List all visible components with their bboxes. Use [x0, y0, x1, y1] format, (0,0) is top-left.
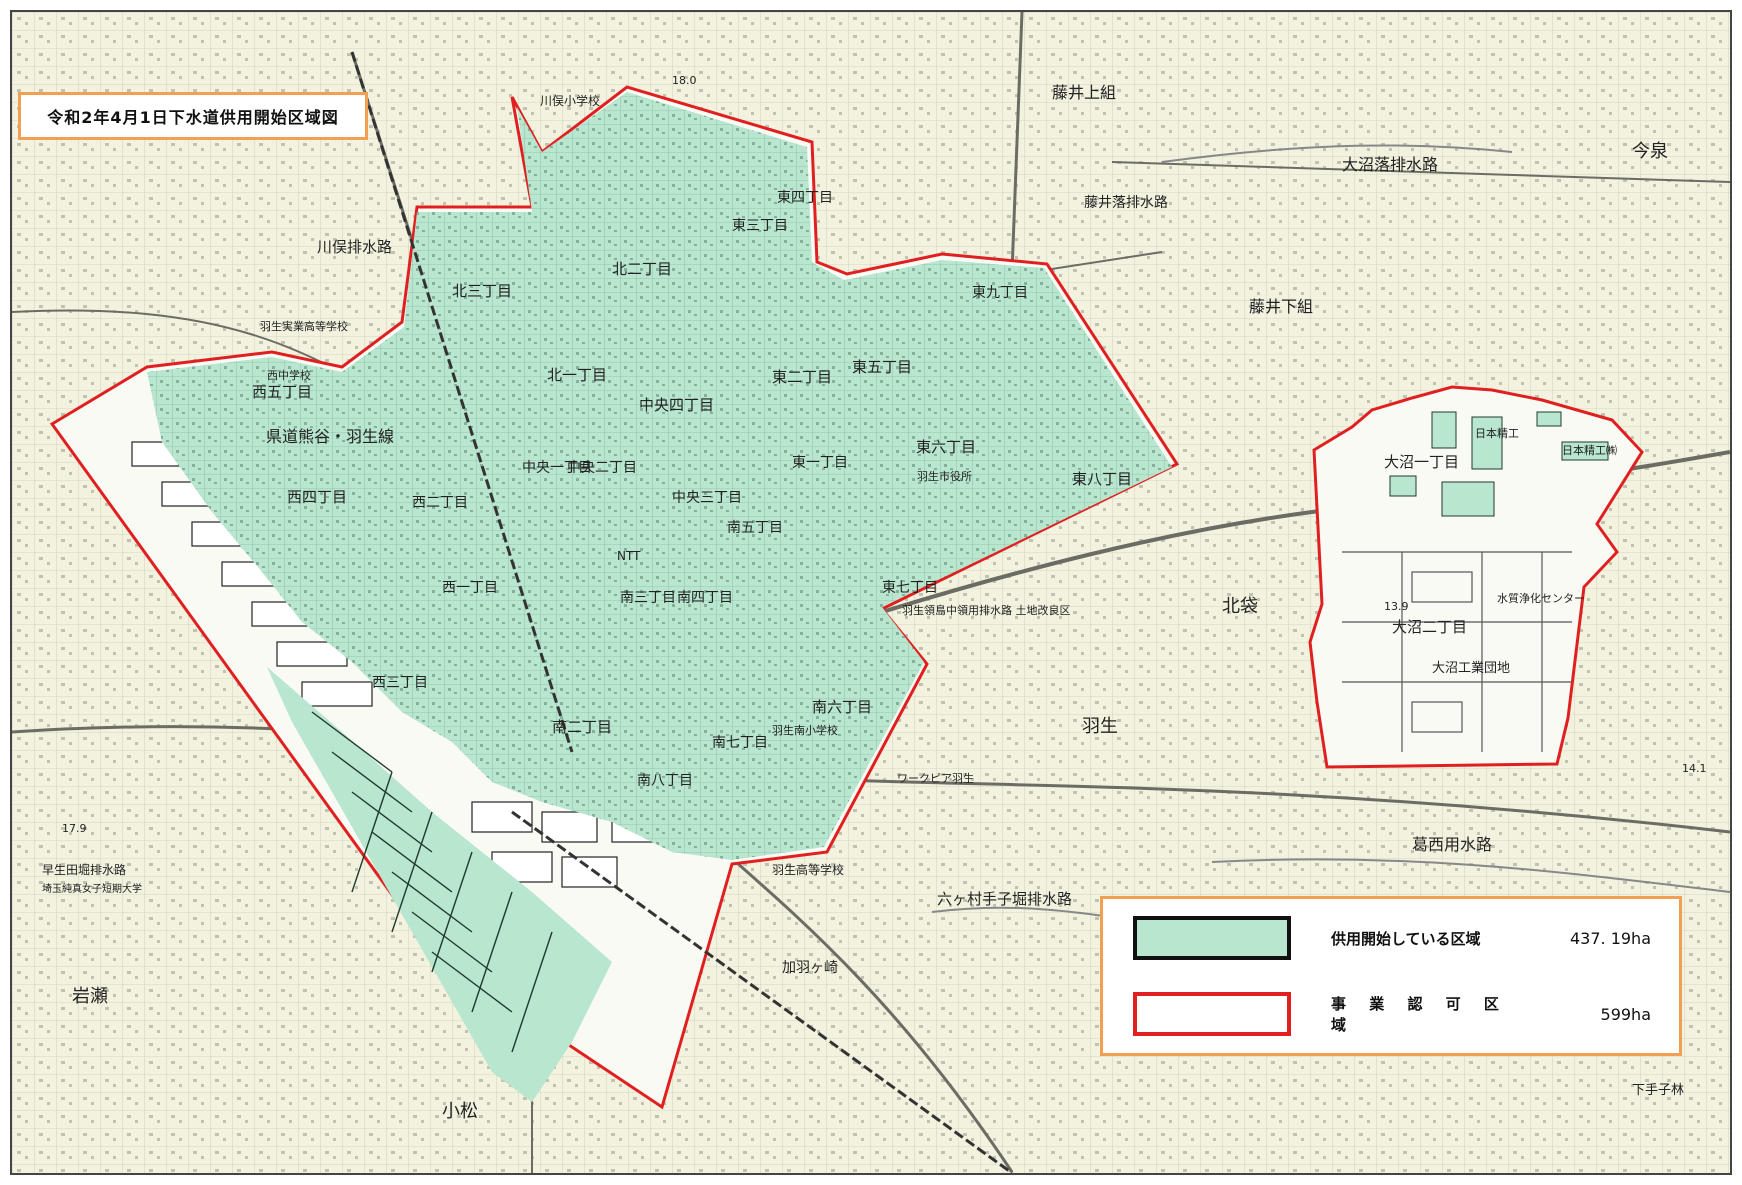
map-label: 南四丁目: [677, 590, 733, 606]
map-label: 東六丁目: [916, 438, 976, 456]
map-label: 南八丁目: [637, 773, 693, 789]
map-label: 西五丁目: [252, 383, 312, 401]
map-label: 県道熊谷・羽生線: [266, 427, 394, 446]
map-label: ワークピア羽生: [897, 771, 974, 785]
map-label: 羽生市役所: [917, 469, 972, 483]
map-label: 葛西用水路: [1412, 835, 1492, 854]
legend-label-approved: 事 業 認 可 区 域: [1331, 995, 1508, 1034]
map-label: 日本精工㈱: [1562, 443, 1617, 457]
map-label: 北三丁目: [452, 282, 512, 300]
map-label: 東三丁目: [732, 218, 788, 234]
map-label: 日本精工: [1475, 426, 1519, 440]
legend-label-served: 供用開始している区域: [1331, 929, 1481, 948]
map-label: 東二丁目: [772, 368, 832, 386]
map-label: 羽生領島中領用排水路 土地改良区: [902, 603, 1071, 617]
map-label: 大沼一丁目: [1384, 453, 1459, 471]
map-label: 大沼工業団地: [1432, 660, 1510, 676]
map-label: 下手子林: [1632, 1083, 1684, 1098]
map-label: 北袋: [1222, 596, 1258, 617]
elevation-mark: 17.9: [62, 822, 87, 835]
elevation-mark: 18.0: [672, 74, 697, 87]
map-frame: 北三丁目 北二丁目 北一丁目 東四丁目 東三丁目 東九丁目 東二丁目 東五丁目 …: [10, 10, 1732, 1175]
map-label: 羽生実業高等学校: [260, 319, 348, 333]
map-label: 中央三丁目: [672, 490, 742, 506]
map-label: 南六丁目: [812, 698, 872, 716]
map-label: 南五丁目: [727, 520, 783, 536]
map-label: 北二丁目: [612, 260, 672, 278]
map-label: 藤井落排水路: [1084, 195, 1168, 211]
map-label: 川俣小学校: [540, 93, 600, 108]
map-label: 水質浄化センター: [1497, 591, 1585, 605]
map-label: 東四丁目: [777, 190, 833, 206]
map-label: 南三丁目: [620, 590, 676, 606]
map-label: 東八丁目: [1072, 470, 1132, 488]
map-label: 西一丁目: [442, 580, 498, 596]
map-label: 早生田堀排水路: [42, 862, 126, 877]
legend: 供用開始している区域 437. 19ha 事 業 認 可 区 域 599ha: [1100, 896, 1682, 1056]
legend-row-served: 供用開始している区域 437. 19ha: [1133, 913, 1653, 963]
map-label: 羽生南小学校: [772, 723, 838, 737]
map-label: 南七丁目: [712, 735, 768, 751]
map-label: 藤井下組: [1249, 297, 1313, 316]
elevation-mark: 14.1: [1682, 762, 1707, 775]
map-label: NTT: [617, 549, 641, 563]
map-label: 加羽ヶ崎: [782, 960, 838, 976]
map-label: 東一丁目: [792, 455, 848, 471]
legend-swatch-served: [1133, 916, 1291, 960]
map-label: 東七丁目: [882, 580, 938, 596]
legend-value-approved: 599ha: [1600, 1004, 1651, 1024]
map-label: 西二丁目: [412, 495, 468, 511]
map-label: 北一丁目: [547, 366, 607, 384]
legend-swatch-approved: [1133, 992, 1291, 1036]
elevation-mark: 13.9: [1384, 600, 1409, 613]
map-label: 大沼二丁目: [1392, 618, 1467, 636]
map-label: 中央二丁目: [567, 460, 637, 476]
map-label: 南二丁目: [552, 718, 612, 736]
map-label: 西四丁目: [287, 488, 347, 506]
map-label: 藤井上組: [1052, 83, 1116, 102]
map-label: 岩瀬: [72, 986, 108, 1007]
map-title: 令和2年4月1日下水道供用開始区域図: [18, 92, 368, 140]
map-label: 中央四丁目: [639, 396, 714, 414]
map-label: 大沼落排水路: [1342, 155, 1438, 174]
map-label: 羽生: [1082, 716, 1118, 737]
map-label: 東九丁目: [972, 285, 1028, 301]
map-label: 西中学校: [267, 368, 311, 382]
map-label: 東五丁目: [852, 358, 912, 376]
map-label: 今泉: [1632, 141, 1668, 162]
map-label: 小松: [442, 1101, 478, 1122]
map-label: 西三丁目: [372, 675, 428, 691]
map-label: 川俣排水路: [317, 238, 392, 256]
map-label: 埼玉純真女子短期大学: [42, 882, 142, 895]
legend-row-approved: 事 業 認 可 区 域 599ha: [1133, 989, 1653, 1039]
map-label: 六ヶ村手子堀排水路: [937, 890, 1072, 908]
legend-value-served: 437. 19ha: [1569, 928, 1651, 948]
map-label: 羽生高等学校: [772, 862, 844, 877]
